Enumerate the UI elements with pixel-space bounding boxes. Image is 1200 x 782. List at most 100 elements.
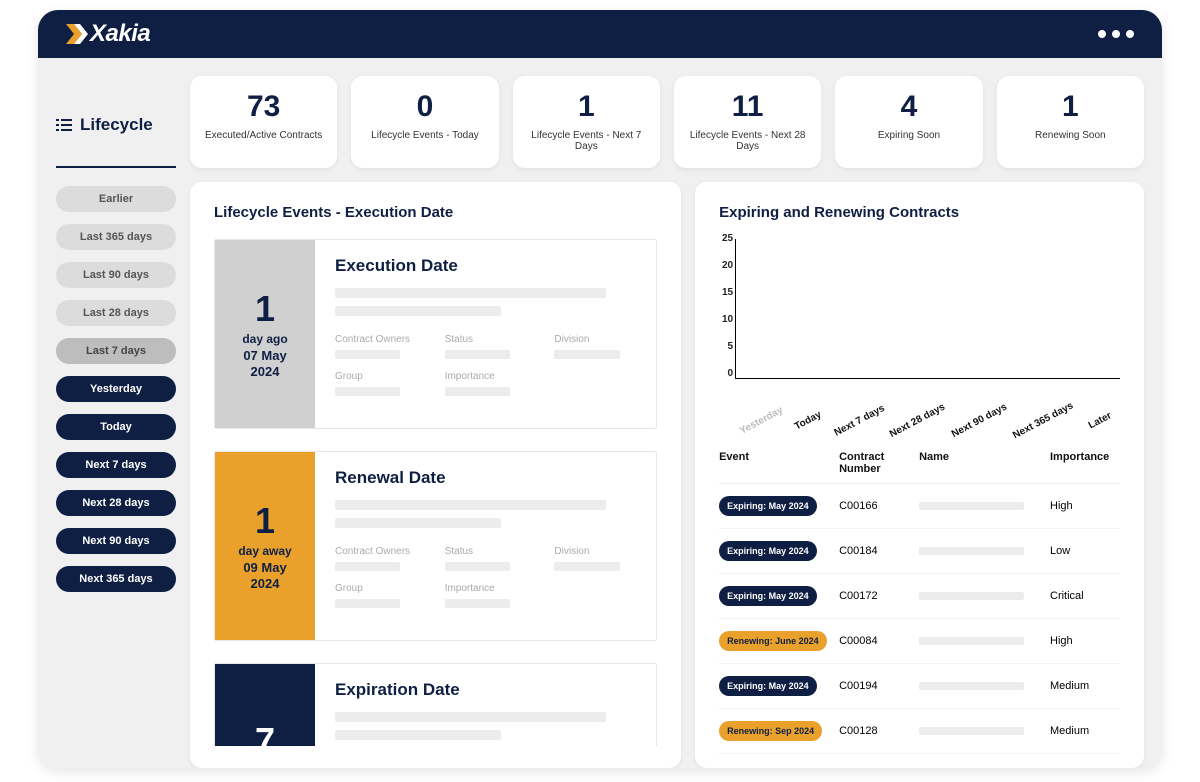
event-card[interactable]: 7 days away 15 May Expiration Date Contr… — [214, 663, 657, 746]
cell-importance: Critical — [1050, 590, 1120, 602]
logo-chevron-icon — [66, 24, 88, 44]
event-badge: Renewing: June 2024 — [719, 631, 827, 651]
event-badge: Renewing: Sep 2024 — [719, 721, 822, 741]
stat-value: 1 — [519, 90, 654, 124]
table-row[interactable]: Expiring: May 2024 C00172 Critical — [719, 574, 1120, 619]
chart-x-label: Next 28 days — [888, 402, 947, 440]
chart-y-axis: 2520151050 — [711, 233, 733, 379]
stat-card[interactable]: 4 Expiring Soon — [835, 76, 982, 168]
placeholder — [445, 387, 510, 396]
filter-pill[interactable]: Yesterday — [56, 376, 176, 402]
event-body: Expiration Date Contract Owners Status D… — [315, 664, 656, 746]
meta-label: Status — [445, 546, 527, 557]
filter-pill[interactable]: Earlier — [56, 186, 176, 212]
placeholder — [919, 682, 1024, 690]
table-row[interactable]: Renewing: June 2024 C00084 High — [719, 619, 1120, 664]
stat-label: Lifecycle Events - Today — [357, 130, 492, 141]
event-count: 1 — [255, 500, 275, 542]
contracts-table: Event Contract Number Name Importance Ex… — [719, 443, 1120, 754]
filter-pill[interactable]: Next 365 days — [56, 566, 176, 592]
placeholder — [919, 637, 1024, 645]
event-badge: Expiring: May 2024 — [719, 541, 817, 561]
stat-card[interactable]: 1 Renewing Soon — [997, 76, 1144, 168]
stat-card[interactable]: 11 Lifecycle Events - Next 28 Days — [674, 76, 821, 168]
app-window: Xakia Lifecycle 73 Executed/Active Contr… — [38, 10, 1162, 768]
table-header: Event Contract Number Name Importance — [719, 443, 1120, 484]
logo: Xakia — [66, 20, 150, 48]
placeholder — [445, 599, 510, 608]
event-relative: day ago — [242, 332, 287, 346]
placeholder — [335, 562, 400, 571]
list-icon — [56, 119, 72, 131]
chart: 2520151050 YesterdayTodayNext 7 daysNext… — [719, 239, 1120, 399]
stat-label: Lifecycle Events - Next 7 Days — [519, 130, 654, 152]
event-date-block: 1 day ago 07 May2024 — [215, 240, 315, 428]
table-row[interactable]: Expiring: May 2024 C00184 Low — [719, 529, 1120, 574]
stat-card[interactable]: 1 Lifecycle Events - Next 7 Days — [513, 76, 660, 168]
topbar: Xakia — [38, 10, 1162, 58]
event-date-block: 1 day away 09 May2024 — [215, 452, 315, 640]
filter-pill[interactable]: Today — [56, 414, 176, 440]
filter-pill[interactable]: Next 90 days — [56, 528, 176, 554]
placeholder — [335, 599, 400, 608]
event-card[interactable]: 1 day away 09 May2024 Renewal Date Contr… — [214, 451, 657, 641]
filter-pill[interactable]: Next 7 days — [56, 452, 176, 478]
filter-pill[interactable]: Last 7 days — [56, 338, 176, 364]
more-menu-icon[interactable] — [1098, 30, 1134, 38]
filter-pill[interactable]: Last 90 days — [56, 262, 176, 288]
filter-pill[interactable]: Last 28 days — [56, 300, 176, 326]
stats-row: Lifecycle 73 Executed/Active Contracts0 … — [38, 58, 1162, 168]
event-relative: day away — [238, 544, 291, 558]
logo-text: Xakia — [90, 20, 150, 48]
meta-label: Group — [335, 371, 417, 382]
placeholder — [335, 500, 606, 510]
meta-label: Status — [445, 334, 527, 345]
event-badge: Expiring: May 2024 — [719, 586, 817, 606]
chart-x-label: Next 365 days — [1011, 400, 1075, 441]
placeholder — [919, 592, 1024, 600]
stat-card[interactable]: 0 Lifecycle Events - Today — [351, 76, 498, 168]
placeholder — [335, 350, 400, 359]
event-card[interactable]: 1 day ago 07 May2024 Execution Date Cont… — [214, 239, 657, 429]
stat-value: 1 — [1003, 90, 1138, 124]
cell-importance: High — [1050, 500, 1120, 512]
cell-contract: C00084 — [839, 635, 919, 647]
event-title: Execution Date — [335, 256, 636, 276]
chart-panel-title: Expiring and Renewing Contracts — [719, 204, 1120, 221]
events-panel-title: Lifecycle Events - Execution Date — [214, 204, 657, 221]
meta-label: Division — [554, 546, 636, 557]
event-badge: Expiring: May 2024 — [719, 496, 817, 516]
event-count: 1 — [255, 288, 275, 330]
event-date-block: 7 days away 15 May — [215, 664, 315, 746]
placeholder — [919, 727, 1024, 735]
th-name: Name — [919, 451, 1050, 475]
table-row[interactable]: Expiring: May 2024 C00166 High — [719, 484, 1120, 529]
cell-importance: Low — [1050, 545, 1120, 557]
meta-label: Contract Owners — [335, 546, 417, 557]
chart-x-axis: YesterdayTodayNext 7 daysNext 28 daysNex… — [735, 410, 1120, 421]
section-title: Lifecycle — [56, 90, 176, 168]
meta-label: Group — [335, 583, 417, 594]
chart-x-label: Today — [785, 405, 831, 437]
stat-value: 73 — [196, 90, 331, 124]
event-date: 09 May2024 — [243, 560, 286, 593]
event-date: 07 May2024 — [243, 348, 286, 381]
section-title-text: Lifecycle — [80, 115, 153, 135]
event-title: Expiration Date — [335, 680, 636, 700]
filter-pill[interactable]: Last 365 days — [56, 224, 176, 250]
filter-pill[interactable]: Next 28 days — [56, 490, 176, 516]
table-row[interactable]: Expiring: May 2024 C00194 Medium — [719, 664, 1120, 709]
stat-label: Renewing Soon — [1003, 130, 1138, 141]
placeholder — [335, 306, 501, 316]
cell-importance: Medium — [1050, 725, 1120, 737]
event-body: Execution Date Contract Owners Status Di… — [315, 240, 656, 428]
stat-card[interactable]: 73 Executed/Active Contracts — [190, 76, 337, 168]
stat-value: 4 — [841, 90, 976, 124]
th-event: Event — [719, 451, 839, 475]
cell-contract: C00172 — [839, 590, 919, 602]
table-row[interactable]: Renewing: Sep 2024 C00128 Medium — [719, 709, 1120, 754]
meta-label: Importance — [445, 583, 527, 594]
stat-label: Lifecycle Events - Next 28 Days — [680, 130, 815, 152]
event-title: Renewal Date — [335, 468, 636, 488]
stat-label: Expiring Soon — [841, 130, 976, 141]
